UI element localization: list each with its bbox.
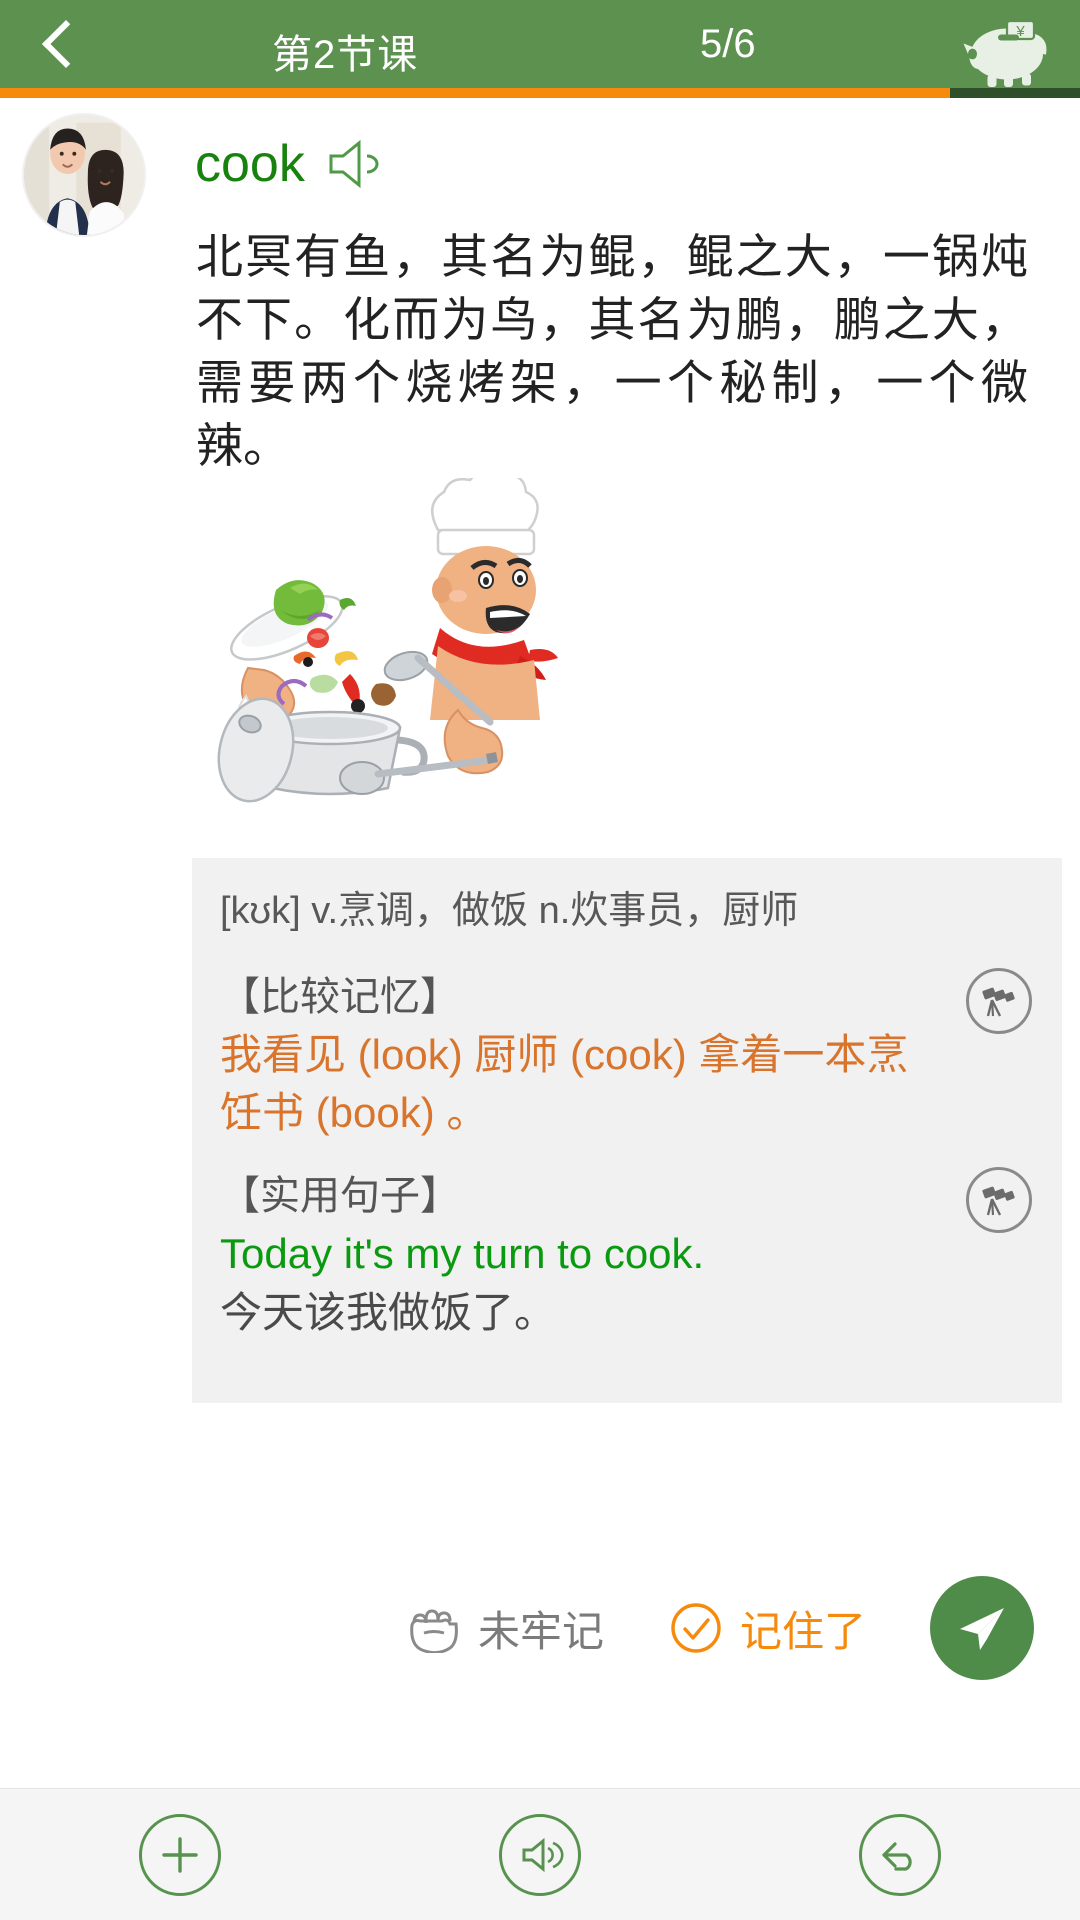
fist-icon <box>410 1609 458 1653</box>
phonetic-definition: [kʊk] v.烹调，做饭 n.炊事员，厨师 <box>220 888 1034 936</box>
definition-panel: [kʊk] v.烹调，做饭 n.炊事员，厨师 【比较记忆】 我看见 (look)… <box>192 858 1062 1403</box>
telescope-button-sentence[interactable] <box>966 1167 1032 1234</box>
lesson-progress-track <box>0 88 1080 98</box>
piggy-bank-icon: ¥ <box>963 19 1047 87</box>
app-header: 第2节课 5/6 ¥ <box>0 0 1080 88</box>
speaker-icon <box>329 140 379 188</box>
phonetic-text: [kʊk] v.烹调，做饭 n.炊事员，厨师 <box>220 890 799 932</box>
chef-cooking-illustration <box>190 478 560 808</box>
send-button[interactable] <box>930 1576 1034 1680</box>
plus-circle-icon <box>139 1813 221 1896</box>
memorized-label: 记住了 <box>739 1607 866 1655</box>
speaker-circle-icon <box>499 1813 581 1896</box>
telescope-icon <box>982 987 1015 1017</box>
section-sentence: 【实用句子】 Today it's my turn to cook. 今天该我做… <box>220 1167 1034 1343</box>
card-content: cook 北冥有鱼，其名为鲲，鲲之大，一锅炖不下。化而为鸟，其名为鹏，鹏之大，需… <box>0 98 1080 1788</box>
piggy-bank-button[interactable]: ¥ <box>962 6 1058 87</box>
chevron-left-icon <box>41 19 91 69</box>
play-audio-button[interactable] <box>360 1813 720 1896</box>
avatar[interactable] <box>22 113 146 237</box>
undo-button[interactable] <box>720 1813 1080 1896</box>
page-title: 第2节课 <box>272 33 419 77</box>
card-counter: 5/6 <box>700 22 756 66</box>
section-title-sentence: 【实用句子】 <box>220 1174 460 1219</box>
section-title-comparison: 【比较记忆】 <box>220 974 460 1019</box>
memorized-button[interactable]: 记住了 <box>668 1598 866 1659</box>
lesson-progress-fill <box>0 88 951 98</box>
back-button[interactable] <box>0 0 120 88</box>
telescope-button-comparison[interactable] <box>966 967 1032 1034</box>
not-memorized-button[interactable]: 未牢记 <box>406 1598 604 1659</box>
not-memorized-label: 未牢记 <box>477 1607 604 1655</box>
telescope-icon <box>982 1186 1015 1216</box>
app-screen: 第2节课 5/6 ¥ cook 北冥有鱼，其名为鲲，鲲之大，一锅炖不下。化而为鸟… <box>0 0 1080 1920</box>
check-circle-icon <box>671 1603 721 1653</box>
action-row: 未牢记 记住了 <box>192 1568 1062 1688</box>
speaker-button[interactable] <box>327 140 389 188</box>
section-comparison: 【比较记忆】 我看见 (look) 厨师 (cook) 拿着一本烹饪书 (boo… <box>220 967 1034 1144</box>
section-body-comparison: 我看见 (look) 厨师 (cook) 拿着一本烹饪书 (book) 。 <box>220 1030 909 1137</box>
example-sentence-cn: 今天该我做饭了。 <box>220 1288 557 1336</box>
word-text: cook <box>195 135 305 193</box>
paper-plane-icon <box>960 1608 1004 1650</box>
add-button[interactable] <box>0 1813 360 1896</box>
undo-circle-icon <box>859 1813 941 1896</box>
passage-text: 北冥有鱼，其名为鲲，鲲之大，一锅炖不下。化而为鸟，其名为鹏，鹏之大，需要两个烧烤… <box>196 230 1028 472</box>
word-header: cook <box>195 138 389 190</box>
example-sentence-en: Today it's my turn to cook. <box>220 1230 705 1278</box>
bottom-toolbar <box>0 1788 1080 1920</box>
